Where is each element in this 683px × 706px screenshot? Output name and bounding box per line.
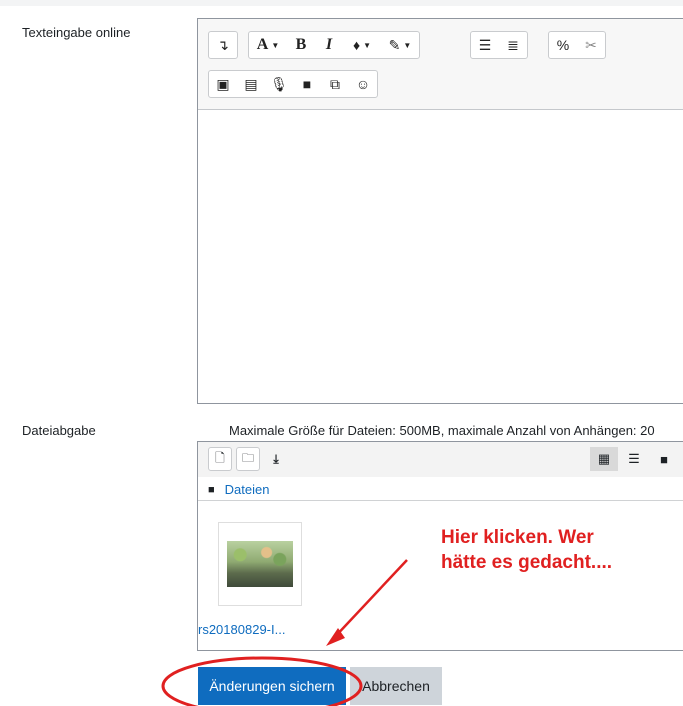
file-submission-label: Dateiabgabe — [22, 423, 96, 438]
grid-view-icon[interactable]: ▦ — [590, 447, 618, 471]
download-icon[interactable]: ⤓ — [264, 447, 288, 471]
breadcrumb-root-link[interactable]: Dateien — [225, 482, 270, 497]
unlink-icon[interactable]: ✂ — [577, 32, 605, 58]
toolbar-group-lists: ☰ ≣ — [470, 31, 528, 59]
collapse-toggle-icon[interactable]: ↴ — [209, 32, 237, 58]
record-video-icon[interactable]: ■ — [293, 71, 321, 97]
photo-image — [227, 541, 293, 587]
cancel-button[interactable]: Abbrechen — [350, 667, 442, 705]
toolbar-group-links: % ✂ — [548, 31, 606, 59]
add-file-icon[interactable]: 🗋 — [208, 447, 232, 471]
top-band — [0, 0, 683, 6]
annotation-text: Hier klicken. Wer hätte es gedacht.... — [441, 527, 613, 573]
record-audio-icon[interactable]: 🎙 — [265, 71, 293, 97]
list-view-icon[interactable]: ☰ — [620, 447, 648, 471]
italic-icon[interactable]: I — [315, 32, 343, 58]
tree-view-icon[interactable]: ■ — [650, 447, 678, 471]
bold-icon[interactable]: B — [287, 32, 315, 58]
emoticon-icon[interactable]: ☺ — [349, 71, 377, 97]
folder-icon: ■ — [208, 483, 215, 496]
save-changes-button[interactable]: Änderungen sichern — [198, 667, 346, 705]
breadcrumb: ■ Dateien — [208, 482, 269, 497]
font-style-icon[interactable]: A ▼ — [249, 32, 287, 58]
file-thumbnail[interactable] — [218, 522, 302, 606]
link-icon[interactable]: % — [549, 32, 577, 58]
insert-image-icon[interactable]: ▣ — [209, 71, 237, 97]
unordered-list-icon[interactable]: ☰ — [471, 32, 499, 58]
editor-toolbar: ↴ A ▼ B I ♦ ▼ ✎ ▼ ☰ ≣ % ✂ ▣ ▤ 🎙 ■ ⧉ ☺ — [198, 19, 683, 110]
file-name-link[interactable]: rs20180829-I... — [198, 622, 285, 637]
toolbar-group-style: A ▼ B I ♦ ▼ ✎ ▼ — [248, 31, 420, 59]
manage-files-icon[interactable]: ⧉ — [321, 71, 349, 97]
online-text-label: Texteingabe online — [22, 25, 131, 40]
toolbar-group-media: ▣ ▤ 🎙 ■ ⧉ ☺ — [208, 70, 378, 98]
ordered-list-icon[interactable]: ≣ — [499, 32, 527, 58]
editor-content-area[interactable] — [198, 109, 683, 403]
insert-media-icon[interactable]: ▤ — [237, 71, 265, 97]
background-color-icon[interactable]: ✎ ▼ — [381, 32, 419, 58]
max-file-info: Maximale Größe für Dateien: 500MB, maxim… — [229, 423, 655, 438]
divider — [198, 500, 683, 501]
font-color-icon[interactable]: ♦ ▼ — [343, 32, 381, 58]
toolbar-group-collapse: ↴ — [208, 31, 238, 59]
text-editor[interactable]: ↴ A ▼ B I ♦ ▼ ✎ ▼ ☰ ≣ % ✂ ▣ ▤ 🎙 ■ ⧉ ☺ — [197, 18, 683, 404]
create-folder-icon[interactable]: 🗀 — [236, 447, 260, 471]
file-manager-toolbar: 🗋 🗀 ⤓ ▦ ☰ ■ — [198, 442, 683, 477]
